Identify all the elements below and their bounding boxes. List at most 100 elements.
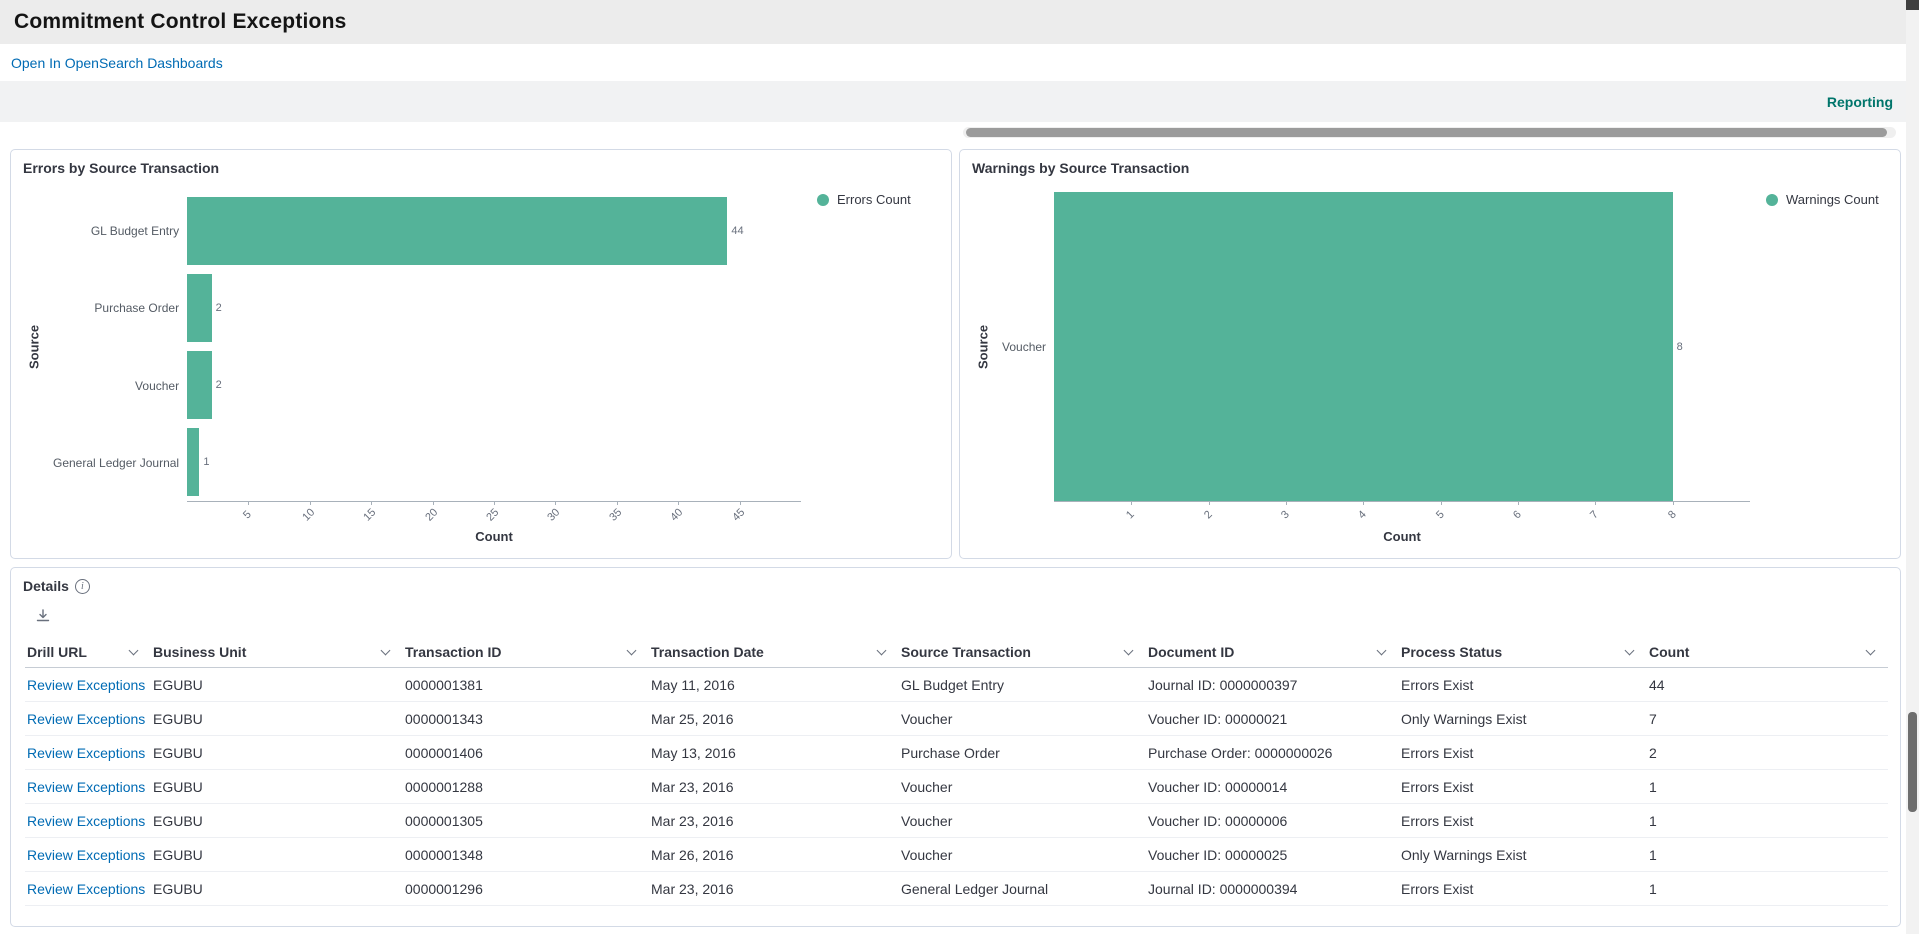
x-tick-label: 7 — [1588, 508, 1602, 522]
x-tick-label: 3 — [1279, 508, 1292, 522]
chevron-down-icon[interactable] — [1376, 645, 1387, 656]
x-axis-label: Count — [475, 529, 513, 544]
vertical-scrollbar-thumb[interactable] — [1908, 712, 1917, 812]
review-exceptions-link[interactable]: Review Exceptions — [27, 711, 145, 727]
cell-document-id: Purchase Order: 0000000026 — [1146, 735, 1399, 770]
x-tick-mark — [1672, 501, 1674, 505]
cell-transaction-id: 0000001348 — [403, 837, 649, 872]
details-header: Details i — [11, 576, 1900, 596]
column-header-business-unit[interactable]: Business Unit — [151, 637, 403, 668]
info-icon[interactable]: i — [74, 578, 90, 594]
review-exceptions-link[interactable]: Review Exceptions — [27, 813, 145, 829]
x-axis-label: Count — [1383, 529, 1421, 544]
chart-bar[interactable] — [1054, 192, 1673, 501]
chart-bar[interactable] — [187, 196, 728, 265]
table-row: Review Exceptions EGUBU 0000001288 Mar 23, … — [25, 769, 1888, 804]
cell-business-unit: EGUBU — [151, 667, 403, 702]
cell-transaction-id: 0000001406 — [403, 735, 649, 770]
cell-transaction-date: Mar 23, 2016 — [649, 769, 899, 804]
cell-count: 1 — [1647, 871, 1888, 906]
chevron-down-icon[interactable] — [380, 645, 391, 656]
review-exceptions-link[interactable]: Review Exceptions — [27, 881, 145, 897]
x-tick-mark — [1286, 501, 1288, 505]
horizontal-scrollbar[interactable] — [963, 127, 1896, 138]
y-categories: GL Budget Entry Purchase Order Voucher Gene… — [47, 192, 187, 502]
chevron-down-icon[interactable] — [876, 645, 887, 656]
bar-band: 1 — [187, 424, 801, 501]
review-exceptions-link[interactable]: Review Exceptions — [27, 745, 145, 761]
x-tick-label: 35 — [607, 506, 625, 524]
vertical-scrollbar[interactable] — [1906, 0, 1919, 934]
y-axis-label: Source — [975, 324, 991, 370]
bar-value-label: 44 — [731, 224, 744, 237]
cell-transaction-id: 0000001305 — [403, 803, 649, 838]
x-tick-mark — [739, 501, 741, 505]
cell-process-status: Errors Exist — [1399, 735, 1647, 770]
x-tick-label: 4 — [1356, 508, 1370, 522]
legend-dot-icon[interactable] — [1766, 194, 1778, 206]
cell-count: 2 — [1647, 735, 1888, 770]
x-tick-label: 30 — [545, 506, 563, 524]
legend-label[interactable]: Warnings Count — [1786, 192, 1879, 207]
chevron-down-icon[interactable] — [1123, 645, 1134, 656]
horizontal-scrollbar-thumb[interactable] — [966, 128, 1887, 137]
chevron-down-icon[interactable] — [128, 645, 139, 656]
cell-document-id: Voucher ID: 00000006 — [1146, 803, 1399, 838]
chart-bar[interactable] — [187, 351, 212, 420]
cell-drill-url: Review Exceptions — [25, 735, 151, 770]
bar-value-label: 8 — [1676, 340, 1683, 353]
y-category-label: GL Budget Entry — [90, 223, 180, 238]
download-icon[interactable] — [35, 608, 51, 624]
cell-process-status: Only Warnings Exist — [1399, 701, 1647, 736]
plot-area: Count 44 2 2 1 5 10 15 20 25 30 35 40 45 — [187, 192, 801, 544]
cell-drill-url: Review Exceptions — [25, 871, 151, 906]
column-header-document-id[interactable]: Document ID — [1146, 637, 1399, 668]
review-exceptions-link[interactable]: Review Exceptions — [27, 677, 145, 693]
chevron-down-icon[interactable] — [1865, 645, 1876, 656]
x-tick-label: 15 — [361, 506, 379, 524]
cell-source-transaction: Voucher — [899, 701, 1146, 736]
x-tick-label: 2 — [1201, 508, 1215, 522]
table-row: Review Exceptions EGUBU 0000001343 Mar 25, … — [25, 701, 1888, 736]
scrollbar-gap — [0, 122, 1919, 149]
reporting-link[interactable]: Reporting — [1827, 94, 1893, 110]
column-header-count[interactable]: Count — [1647, 637, 1888, 668]
column-header-label: Transaction Date — [651, 644, 764, 660]
column-header-transaction-id[interactable]: Transaction ID — [403, 637, 649, 668]
legend: Warnings Count — [1750, 192, 1890, 502]
x-tick-mark — [494, 501, 496, 505]
x-tick-mark — [1518, 501, 1520, 505]
open-in-opensearch-link[interactable]: Open In OpenSearch Dashboards — [11, 55, 223, 71]
review-exceptions-link[interactable]: Review Exceptions — [27, 847, 145, 863]
column-header-label: Drill URL — [27, 644, 87, 660]
column-header-label: Transaction ID — [405, 644, 502, 660]
column-header-source-transaction[interactable]: Source Transaction — [899, 637, 1146, 668]
cell-count: 44 — [1647, 667, 1888, 702]
chart-bar[interactable] — [187, 273, 212, 342]
table-header-row: Drill URL Business Unit Transaction ID Tran… — [25, 637, 1888, 668]
column-header-transaction-date[interactable]: Transaction Date — [649, 637, 899, 668]
page-header: Commitment Control Exceptions — [0, 0, 1919, 44]
x-tick-label: 20 — [422, 506, 441, 524]
cell-source-transaction: Purchase Order — [899, 735, 1146, 770]
legend-label[interactable]: Errors Count — [837, 192, 911, 207]
x-tick-mark — [1131, 501, 1133, 505]
column-header-label: Process Status — [1401, 644, 1503, 660]
chevron-down-icon[interactable] — [1624, 645, 1635, 656]
cell-document-id: Journal ID: 0000000397 — [1146, 667, 1399, 702]
review-exceptions-link[interactable]: Review Exceptions — [27, 779, 145, 795]
column-header-process-status[interactable]: Process Status — [1399, 637, 1647, 668]
legend-dot-icon[interactable] — [817, 194, 829, 206]
x-tick-label: 25 — [484, 506, 502, 524]
chart-bar[interactable] — [187, 428, 200, 497]
bar-band: 2 — [187, 347, 801, 424]
chevron-down-icon[interactable] — [626, 645, 637, 656]
column-header-label: Count — [1649, 644, 1690, 660]
cell-drill-url: Review Exceptions — [25, 837, 151, 872]
x-tick-label: 10 — [300, 506, 318, 524]
column-header-drill-url[interactable]: Drill URL — [25, 637, 151, 668]
cell-transaction-id: 0000001288 — [403, 769, 649, 804]
x-tick-mark — [371, 501, 373, 505]
chart-body: Source GL Budget Entry Purchase Order Vouc… — [21, 192, 941, 544]
cell-process-status: Only Warnings Exist — [1399, 837, 1647, 872]
